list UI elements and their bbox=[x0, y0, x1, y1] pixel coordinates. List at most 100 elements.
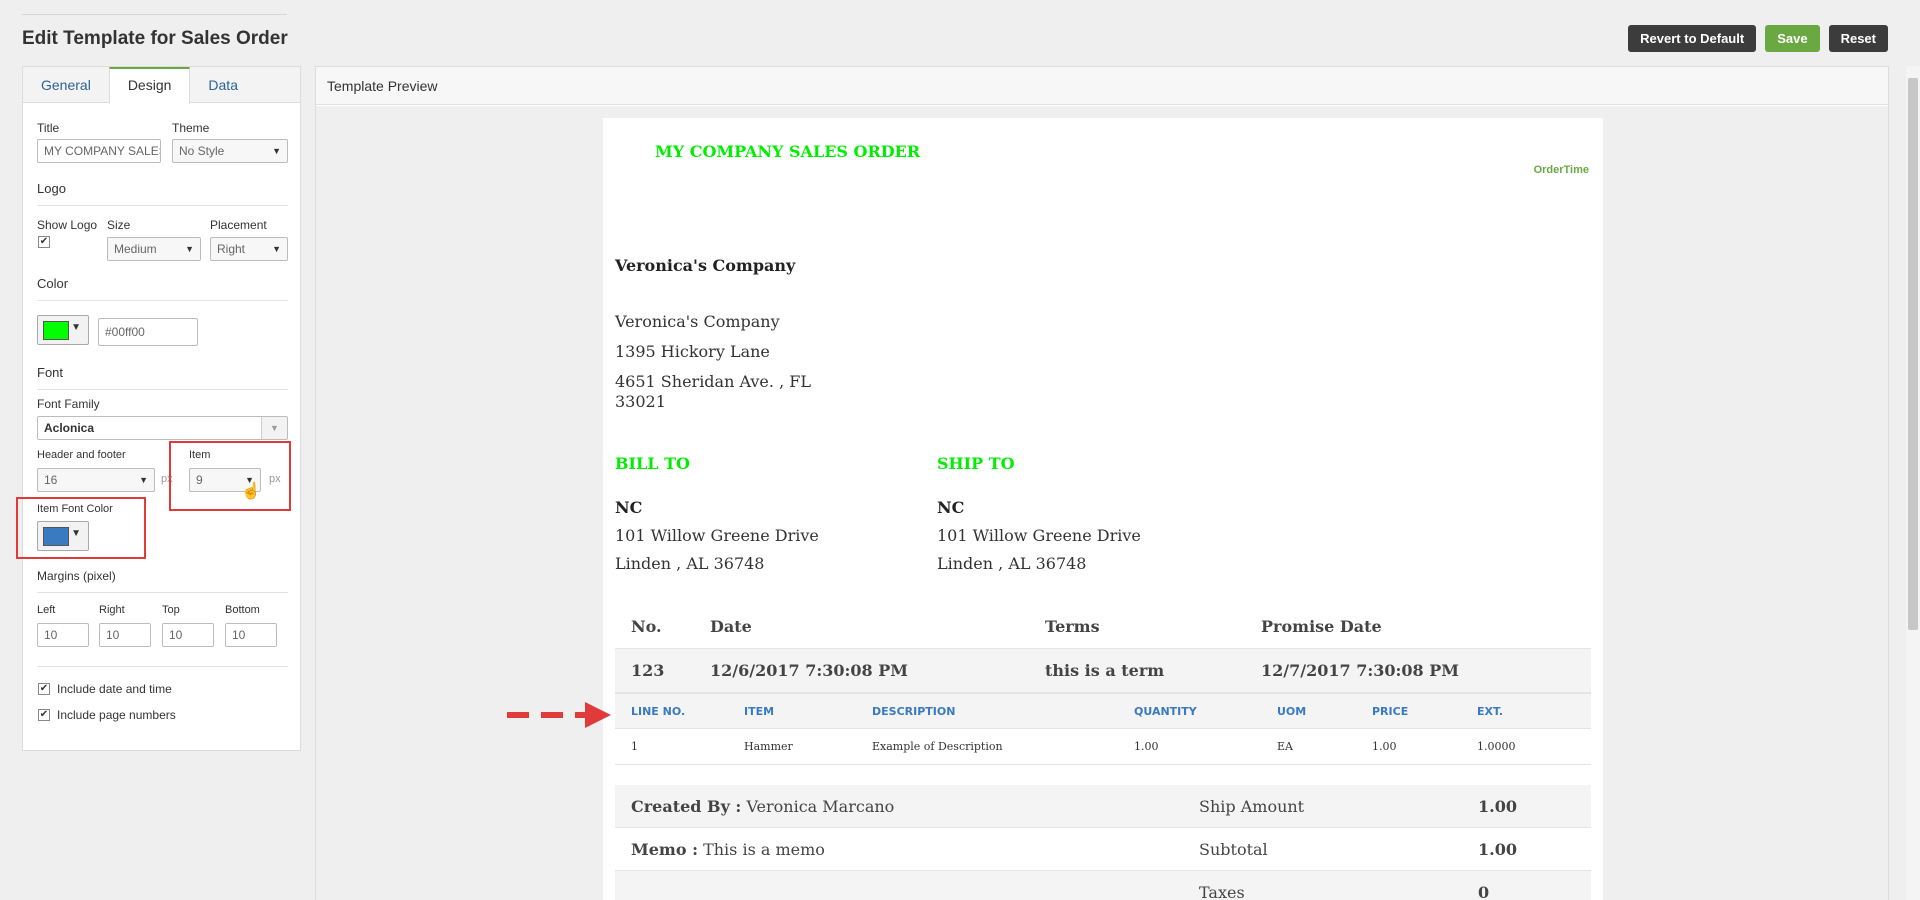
taxes-value: 0 bbox=[1478, 882, 1490, 900]
uom-header: UOM bbox=[1277, 704, 1307, 718]
logo-placement-select[interactable]: Right ▼ bbox=[210, 237, 288, 261]
logo-size-value: Medium bbox=[114, 242, 157, 256]
include-date-checkbox[interactable]: ✔ bbox=[38, 683, 50, 695]
chevron-down-icon: ▼ bbox=[272, 146, 281, 156]
color-swatch bbox=[43, 321, 69, 340]
preview-header: Template Preview bbox=[316, 67, 1888, 105]
annotation-arrow-icon bbox=[507, 702, 611, 728]
subtotal-value: 1.00 bbox=[1478, 839, 1517, 859]
margin-bottom-label: Bottom bbox=[225, 604, 260, 616]
description-header: DESCRIPTION bbox=[872, 704, 956, 718]
bill-to-name: NC bbox=[615, 498, 643, 517]
size-label: Size bbox=[107, 218, 131, 232]
header-footer-size-value: 16 bbox=[44, 473, 58, 487]
breadcrumb-divider bbox=[22, 14, 287, 15]
chevron-down-icon: ▼ bbox=[139, 475, 148, 485]
show-logo-checkbox[interactable]: ✔ bbox=[38, 236, 50, 248]
tab-design[interactable]: Design bbox=[108, 67, 191, 104]
theme-select[interactable]: No Style ▼ bbox=[172, 139, 288, 163]
title-input[interactable]: MY COMPANY SALES ORDER bbox=[37, 139, 161, 163]
date-header: Date bbox=[710, 617, 752, 636]
memo-label: Memo : bbox=[631, 839, 698, 859]
table-row: 1 Hammer Example of Description 1.00 EA … bbox=[615, 729, 1591, 765]
tab-general[interactable]: General bbox=[23, 67, 109, 102]
template-preview-panel: Template Preview MY COMPANY SALES ORDER … bbox=[315, 66, 1889, 900]
design-settings-panel: General Design Data Title MY COMPANY SAL… bbox=[16, 66, 301, 751]
terms-header: Terms bbox=[1045, 617, 1100, 636]
company-address-line: 33021 bbox=[615, 392, 666, 411]
divider bbox=[37, 666, 288, 667]
items-header-row: LINE NO. ITEM DESCRIPTION QUANTITY UOM P… bbox=[615, 693, 1591, 729]
divider bbox=[37, 389, 288, 390]
theme-select-value: No Style bbox=[179, 144, 225, 158]
created-by-value: Veronica Marcano bbox=[746, 796, 895, 816]
document-title: MY COMPANY SALES ORDER bbox=[655, 142, 921, 161]
summary-row: Taxes 0 bbox=[615, 871, 1591, 900]
include-page-numbers-checkbox[interactable]: ✔ bbox=[38, 709, 50, 721]
settings-tabs: General Design Data bbox=[23, 67, 300, 104]
description-cell: Example of Description bbox=[872, 740, 1003, 753]
margin-right-label: Right bbox=[99, 604, 125, 616]
font-section-heading: Font bbox=[37, 365, 64, 380]
summary-row: Memo : This is a memo Subtotal 1.00 bbox=[615, 828, 1591, 871]
bill-to-address-line: 101 Willow Greene Drive bbox=[615, 526, 819, 545]
header-footer-size-select[interactable]: 16 ▼ bbox=[37, 468, 155, 492]
page-title: Edit Template for Sales Order bbox=[22, 28, 288, 49]
price-header: PRICE bbox=[1372, 704, 1409, 718]
ship-to-address-line: 101 Willow Greene Drive bbox=[937, 526, 1141, 545]
company-address-line: Veronica's Company bbox=[615, 312, 780, 331]
margin-left-label: Left bbox=[37, 604, 56, 616]
memo-value: This is a memo bbox=[703, 839, 825, 859]
order-number: 123 bbox=[631, 661, 665, 680]
revert-to-default-button[interactable]: Revert to Default bbox=[1628, 25, 1757, 52]
ship-amount-value: 1.00 bbox=[1478, 796, 1517, 816]
chevron-down-icon: ▼ bbox=[261, 417, 287, 439]
color-picker-button[interactable]: ▼ bbox=[37, 315, 89, 345]
summary-row: Created By : Veronica Marcano Ship Amoun… bbox=[615, 785, 1591, 828]
scrollbar-thumb[interactable] bbox=[1908, 78, 1918, 630]
tab-data[interactable]: Data bbox=[190, 67, 256, 102]
margin-top-input[interactable]: 10 bbox=[162, 623, 214, 647]
divider bbox=[37, 592, 288, 593]
divider bbox=[37, 205, 288, 206]
font-family-value: Aclonica bbox=[44, 421, 95, 435]
show-logo-label: Show Logo bbox=[37, 218, 98, 232]
placement-label: Placement bbox=[210, 218, 267, 232]
memo: Memo : This is a memo bbox=[615, 840, 1199, 859]
chevron-down-icon: ▼ bbox=[272, 244, 281, 254]
toolbar: Revert to Default Save Reset bbox=[1628, 25, 1888, 52]
company-logo: OrderTime bbox=[1534, 164, 1589, 176]
ship-to-heading: SHIP TO bbox=[937, 454, 1015, 473]
chevron-down-icon: ▼ bbox=[185, 244, 194, 254]
logo-size-select[interactable]: Medium ▼ bbox=[107, 237, 201, 261]
color-hex-input[interactable]: #00ff00 bbox=[98, 318, 198, 346]
font-family-select[interactable]: Aclonica ▼ bbox=[37, 416, 288, 440]
margin-left-input[interactable]: 10 bbox=[37, 623, 89, 647]
quantity-header: QUANTITY bbox=[1134, 704, 1197, 718]
header-footer-label: Header and footer bbox=[37, 449, 126, 461]
save-button[interactable]: Save bbox=[1765, 25, 1820, 52]
margin-right-input[interactable]: 10 bbox=[99, 623, 151, 647]
ext-header: EXT. bbox=[1477, 704, 1504, 718]
subtotal-label: Subtotal bbox=[1199, 839, 1268, 859]
order-date: 12/6/2017 7:30:08 PM bbox=[710, 661, 908, 680]
margin-top-label: Top bbox=[162, 604, 180, 616]
company-address-line: 4651 Sheridan Ave. , FL bbox=[615, 372, 811, 391]
margin-bottom-input[interactable]: 10 bbox=[225, 623, 277, 647]
logo-section-heading: Logo bbox=[37, 181, 66, 196]
include-date-label: Include date and time bbox=[57, 682, 172, 696]
created-by-label: Created By : bbox=[631, 796, 742, 816]
item-cell: Hammer bbox=[744, 740, 793, 753]
ship-amount-label: Ship Amount bbox=[1199, 796, 1305, 816]
bill-to-heading: BILL TO bbox=[615, 454, 690, 473]
annotation-highlight-box bbox=[169, 441, 291, 511]
sales-order-document: MY COMPANY SALES ORDER OrderTime Veronic… bbox=[603, 118, 1603, 900]
reset-button[interactable]: Reset bbox=[1828, 25, 1888, 52]
ship-to-address-line: Linden , AL 36748 bbox=[937, 554, 1087, 573]
uom-cell: EA bbox=[1277, 740, 1293, 753]
order-info-value-row: 123 12/6/2017 7:30:08 PM this is a term … bbox=[615, 649, 1591, 693]
theme-label: Theme bbox=[172, 121, 210, 135]
color-section-heading: Color bbox=[37, 276, 69, 291]
margins-section-heading: Margins (pixel) bbox=[37, 569, 116, 583]
